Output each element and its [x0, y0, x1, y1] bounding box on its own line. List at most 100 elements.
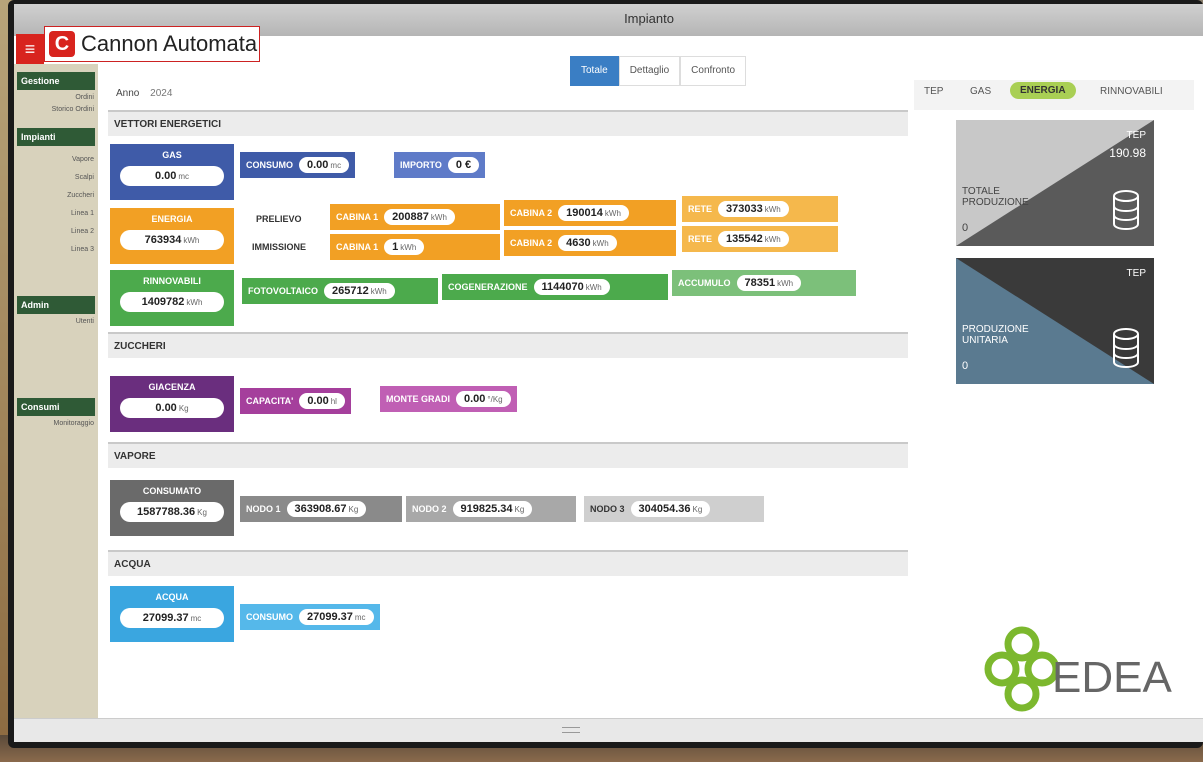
kpi-consumato-label: CONSUMATO	[142, 486, 202, 496]
prelievo-cabina1-label: CABINA 1	[336, 212, 379, 222]
card-totale-produzione[interactable]: TEP 190.98 TOTALE PRODUZIONE 0	[956, 120, 1154, 246]
kpi-acqua[interactable]: ACQUA 27099.37 mc	[110, 586, 234, 642]
brand-logo[interactable]: C Cannon Automata	[44, 26, 260, 62]
card1-unit: TEP	[1126, 130, 1146, 141]
immissione-cabina1-chip: CABINA 1 1 kWh	[330, 234, 500, 260]
gas-consumo-value: 0.00 mc	[299, 157, 350, 173]
tab-gas[interactable]: GAS	[970, 86, 991, 97]
kpi-giacenza-label: GIACENZA	[148, 382, 196, 392]
year-filter[interactable]: Anno 2024	[116, 88, 172, 99]
sidebar-group-gestione[interactable]: Gestione	[17, 72, 95, 90]
cogenerazione-label: COGENERAZIONE	[448, 282, 528, 292]
nodo2-chip: NODO 2 919825.34 Kg	[406, 496, 576, 522]
nodo2-value: 919825.34 Kg	[452, 501, 533, 517]
immissione-cabina2-label: CABINA 2	[510, 238, 553, 248]
immissione-cabina1-label: CABINA 1	[336, 242, 379, 252]
kpi-gas[interactable]: GAS 0.00 mc	[110, 144, 234, 200]
main-content: Anno 2024 Totale Dettaglio Confronto VET…	[102, 56, 910, 718]
sidebar-group-impianti[interactable]: Impianti	[17, 128, 95, 146]
kpi-giacenza[interactable]: GIACENZA 0.00 Kg	[110, 376, 234, 432]
kpi-acqua-value: 27099.37 mc	[120, 608, 224, 628]
fotovoltaico-chip: FOTOVOLTAICO 265712 kWh	[242, 278, 438, 304]
nodo3-value: 304054.36 Kg	[630, 501, 711, 517]
accumulo-value: 78351 kWh	[736, 275, 802, 291]
tab-tep[interactable]: TEP	[924, 86, 943, 97]
tab-dettaglio[interactable]: Dettaglio	[618, 56, 681, 86]
card2-unit: TEP	[1126, 268, 1146, 279]
year-value: 2024	[150, 88, 173, 99]
immissione-cabina1-value: 1 kWh	[384, 239, 425, 255]
nodo1-label: NODO 1	[246, 504, 281, 514]
right-panel: TEP GAS ENERGIA RINNOVABILI TEP 190.98 T…	[914, 64, 1203, 718]
tab-confronto[interactable]: Confronto	[680, 56, 747, 86]
card-produzione-unitaria[interactable]: TEP PRODUZIONE UNITARIA 0	[956, 258, 1154, 384]
section-zuccheri: ZUCCHERI	[108, 332, 908, 358]
section-vettori-energetici: VETTORI ENERGETICI	[108, 110, 908, 136]
prelievo-cabina1-value: 200887 kWh	[384, 209, 455, 225]
section-vapore: VAPORE	[108, 442, 908, 468]
database-icon	[1113, 190, 1139, 230]
cannon-logo-icon: C	[49, 31, 75, 57]
sidebar-item-linea-2[interactable]: Linea 2	[14, 228, 94, 235]
card2-sub: 0	[962, 360, 969, 372]
nodo1-chip: NODO 1 363908.67 Kg	[240, 496, 402, 522]
kpi-energia-value: 763934 kWh	[120, 230, 224, 250]
hamburger-menu-button[interactable]: ≡	[16, 34, 44, 64]
prelievo-rete-label: RETE	[688, 204, 713, 214]
kpi-consumato-value: 1587788.36 Kg	[120, 502, 224, 522]
kpi-rinnovabili-value: 1409782 kWh	[120, 292, 224, 312]
immissione-label: IMMISSIONE	[252, 242, 307, 252]
kpi-acqua-label: ACQUA	[155, 592, 189, 602]
sidebar-item-zuccheri[interactable]: Zuccheri	[14, 192, 94, 199]
kpi-rinnovabili[interactable]: RINNOVABILI 1409782 kWh	[110, 270, 234, 326]
kpi-rinnovabili-label: RINNOVABILI	[143, 276, 201, 286]
edea-logo-text: EDEA	[1052, 653, 1172, 702]
acqua-consumo-value: 27099.37 mc	[299, 609, 374, 625]
monte-gradi-chip: MONTE GRADI 0.00 °/Kg	[380, 386, 517, 412]
immissione-cabina2-value: 4630 kWh	[558, 235, 617, 251]
prelievo-cabina2-chip: CABINA 2 190014 kWh	[504, 200, 676, 226]
nodo3-chip: NODO 3 304054.36 Kg	[584, 496, 764, 522]
kpi-consumato[interactable]: CONSUMATO 1587788.36 Kg	[110, 480, 234, 536]
app-screen: Impianto ≡ C Cannon Automata Gestione Or…	[14, 4, 1203, 742]
sidebar-item-linea-1[interactable]: Linea 1	[14, 210, 94, 217]
tab-totale[interactable]: Totale	[570, 56, 619, 86]
sidebar-item-ordini[interactable]: Ordini	[14, 94, 94, 101]
capacita-value: 0.00 hl	[299, 393, 345, 409]
right-tabs: TEP GAS ENERGIA RINNOVABILI	[914, 80, 1194, 110]
sidebar-item-utenti[interactable]: Utenti	[14, 318, 94, 325]
card1-value: 190.98	[1109, 146, 1146, 160]
sidebar-item-linea-3[interactable]: Linea 3	[14, 246, 94, 253]
gas-consumo-label: CONSUMO	[246, 160, 293, 170]
brand-name: Cannon Automata	[81, 31, 258, 56]
sidebar-group-consumi[interactable]: Consumi	[17, 398, 95, 416]
card2-label: PRODUZIONE UNITARIA	[962, 324, 1029, 346]
kpi-giacenza-value: 0.00 Kg	[120, 398, 224, 418]
nodo3-label: NODO 3	[590, 504, 625, 514]
sidebar-group-admin[interactable]: Admin	[17, 296, 95, 314]
edea-logo: EDEA	[972, 624, 1192, 724]
nodo2-label: NODO 2	[412, 504, 447, 514]
fotovoltaico-value: 265712 kWh	[324, 283, 395, 299]
database-icon	[1113, 328, 1139, 368]
edea-logo-icon: EDEA	[984, 626, 1172, 712]
drag-handle-icon[interactable]	[562, 727, 580, 733]
year-label: Anno	[116, 88, 140, 99]
prelievo-cabina1-chip: CABINA 1 200887 kWh	[330, 204, 500, 230]
sidebar-item-scalpi[interactable]: Scalpi	[14, 174, 94, 181]
tab-rinnovabili[interactable]: RINNOVABILI	[1100, 86, 1163, 97]
prelievo-cabina2-value: 190014 kWh	[558, 205, 629, 221]
kpi-energia[interactable]: ENERGIA 763934 kWh	[110, 208, 234, 264]
window-title: Impianto	[624, 11, 674, 26]
immissione-rete-label: RETE	[688, 234, 713, 244]
sidebar: Gestione Ordini Storico Ordini Impianti …	[14, 64, 98, 718]
view-tabs: Totale Dettaglio Confronto	[570, 56, 747, 86]
sidebar-item-storico-ordini[interactable]: Storico Ordini	[14, 106, 94, 113]
capacita-chip: CAPACITA' 0.00 hl	[240, 388, 351, 414]
accumulo-label: ACCUMULO	[678, 278, 731, 288]
sidebar-item-vapore[interactable]: Vapore	[14, 156, 94, 163]
capacita-label: CAPACITA'	[246, 396, 294, 406]
sidebar-item-monitoraggio[interactable]: Monitoraggio	[14, 420, 94, 427]
tab-energia[interactable]: ENERGIA	[1010, 82, 1076, 99]
immissione-rete-value: 135542 kWh	[718, 231, 789, 247]
